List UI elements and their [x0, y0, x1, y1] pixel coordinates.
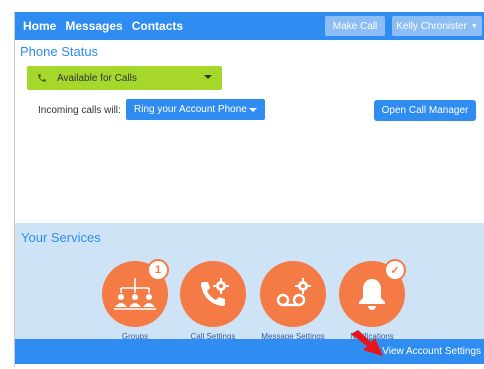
service-message-settings[interactable]: Message Settings — [253, 248, 333, 341]
nav-home[interactable]: Home — [23, 19, 56, 33]
services-title: Your Services — [21, 230, 101, 245]
make-call-button[interactable]: Make Call — [325, 16, 385, 36]
availability-value: Available for Calls — [57, 72, 137, 84]
app-window: Home Messages Contacts Make Call Kelly C… — [14, 12, 484, 367]
service-message-settings-circle[interactable] — [260, 261, 326, 327]
nav-contacts[interactable]: Contacts — [132, 19, 183, 33]
top-nav-bar: Home Messages Contacts Make Call Kelly C… — [15, 12, 484, 40]
caret-down-icon — [204, 75, 212, 79]
chevron-down-icon: ▼ — [470, 22, 478, 30]
footer-bar: View Account Settings — [15, 339, 484, 364]
main-nav: Home Messages Contacts — [23, 19, 183, 33]
incoming-calls-value: Ring your Account Phone — [134, 104, 247, 115]
groups-badge: 1 — [147, 259, 169, 281]
service-notifications[interactable]: ✓ Notifications — [332, 248, 412, 341]
notifications-badge: ✓ — [384, 259, 406, 281]
phone-status-title: Phone Status — [20, 44, 99, 59]
service-call-settings[interactable]: Call Settings — [173, 248, 253, 341]
call-settings-icon — [201, 278, 229, 306]
service-call-settings-circle[interactable] — [180, 261, 246, 327]
service-groups[interactable]: 1 Groups — [95, 248, 175, 341]
phone-icon — [38, 74, 46, 82]
view-account-settings-link[interactable]: View Account Settings — [382, 346, 481, 357]
incoming-calls-label: Incoming calls will: — [38, 105, 121, 116]
user-menu-button[interactable]: Kelly Chronister ▼ — [392, 16, 482, 36]
incoming-calls-dropdown[interactable]: Ring your Account Phone — [126, 99, 265, 120]
nav-messages[interactable]: Messages — [65, 19, 122, 33]
annotation-arrow-icon — [351, 330, 385, 358]
groups-icon — [114, 278, 156, 310]
user-name: Kelly Chronister — [396, 20, 467, 32]
caret-down-icon — [249, 108, 257, 112]
services-panel: Your Services 1 Groups Call Settings Mes… — [15, 223, 484, 341]
message-settings-icon — [276, 278, 311, 307]
availability-dropdown[interactable]: Available for Calls — [27, 66, 222, 90]
open-call-manager-button[interactable]: Open Call Manager — [374, 100, 476, 121]
notifications-icon — [359, 279, 385, 310]
